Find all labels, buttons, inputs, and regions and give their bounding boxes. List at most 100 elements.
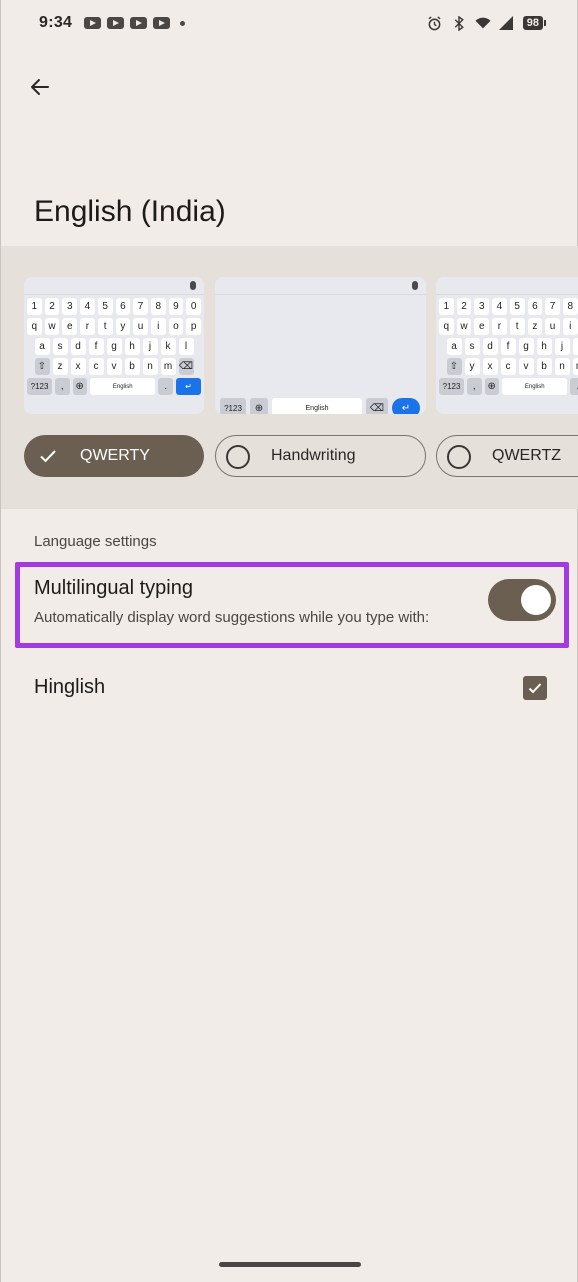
keyboard-key: s	[464, 338, 480, 355]
qwerty-preview[interactable]: 1234567890 qwertyuiop asdfghjkl ⇧ zxcvbn…	[24, 277, 204, 414]
enter-icon: ↵	[392, 398, 420, 414]
keyboard-key: x	[482, 358, 498, 375]
backspace-icon: ⌫	[366, 398, 388, 414]
keyboard-key: 6	[115, 298, 131, 315]
layout-chip-label: Handwriting	[271, 447, 356, 464]
keyboard-key: h	[124, 338, 140, 355]
keyboard-key: m	[572, 358, 578, 375]
check-icon	[528, 683, 542, 694]
alarm-icon	[427, 15, 443, 31]
keyboard-key: j	[142, 338, 158, 355]
keyboard-key: g	[106, 338, 122, 355]
multilingual-typing-description: Automatically display word suggestions w…	[34, 609, 430, 626]
keyboard-key: k	[572, 338, 578, 355]
keyboard-key: d	[70, 338, 86, 355]
layout-chip-qwerty[interactable]: QWERTY	[24, 435, 204, 477]
keyboard-key: y	[464, 358, 480, 375]
mic-icon	[412, 281, 418, 290]
keyboard-key: o	[168, 318, 184, 335]
keyboard-key: c	[500, 358, 516, 375]
period-key: .	[158, 378, 173, 395]
youtube-notification-icon	[107, 17, 125, 29]
status-bar: 9:34 98	[1, 0, 578, 46]
radio-button	[226, 445, 250, 469]
globe-icon: ⊕	[250, 398, 268, 414]
keyboard-key: 7	[545, 298, 560, 315]
toggle-knob	[521, 585, 551, 615]
layout-chip-handwriting[interactable]: Handwriting	[215, 435, 426, 477]
symbols-key: ?123	[220, 398, 246, 414]
handwriting-preview[interactable]: ?123 ⊕ English ⌫ ↵	[215, 277, 426, 414]
keyboard-key: 8	[150, 298, 166, 315]
keyboard-key: 2	[456, 298, 472, 315]
symbols-key: ?123	[439, 378, 465, 395]
keyboard-key: b	[124, 358, 140, 375]
youtube-notification-icon	[153, 17, 171, 29]
keyboard-key: w	[456, 318, 472, 335]
keyboard-key: e	[474, 318, 490, 335]
page-title: English (India)	[34, 195, 226, 228]
home-indicator[interactable]	[219, 1262, 361, 1267]
globe-icon: ⊕	[484, 378, 499, 395]
keyboard-key: m	[160, 358, 176, 375]
period-key: .	[570, 378, 578, 395]
shift-key: ⇧	[34, 358, 50, 375]
keyboard-key: z	[527, 318, 543, 335]
keyboard-layout-picker: 1234567890 qwertyuiop asdfghjkl ⇧ zxcvbn…	[1, 246, 578, 509]
keyboard-key: i	[562, 318, 578, 335]
multilingual-typing-toggle[interactable]	[488, 579, 556, 621]
keyboard-key: e	[62, 318, 78, 335]
keyboard-key: q	[438, 318, 454, 335]
keyboard-key: a	[34, 338, 50, 355]
keyboard-key: f	[500, 338, 516, 355]
keyboard-key: y	[115, 318, 131, 335]
keyboard-key: d	[482, 338, 498, 355]
keyboard-key: 1	[26, 298, 42, 315]
keyboard-key: a	[446, 338, 462, 355]
layout-chip-label: QWERTZ	[492, 447, 562, 464]
highlight-annotation	[15, 562, 569, 648]
status-time: 9:34	[39, 14, 73, 31]
keyboard-key: k	[160, 338, 176, 355]
keyboard-key: b	[536, 358, 552, 375]
keyboard-key: t	[509, 318, 525, 335]
enter-icon: ↵	[175, 378, 201, 395]
keyboard-key: p	[186, 318, 202, 335]
arrow-back-icon	[31, 79, 49, 95]
keyboard-key: i	[150, 318, 166, 335]
keyboard-key: u	[545, 318, 560, 335]
bluetooth-icon	[451, 15, 467, 31]
keyboard-key: 3	[474, 298, 490, 315]
keyboard-key: q	[26, 318, 42, 335]
keyboard-key: 9	[168, 298, 184, 315]
language-option-hinglish[interactable]: Hinglish	[1, 664, 578, 714]
shift-key: ⇧	[446, 358, 462, 375]
comma-key: ,	[55, 378, 70, 395]
qwertz-preview[interactable]: 1234567890 qwertzuiop asdfghjkl ⇧ yxcvbn…	[436, 277, 578, 414]
layout-chip-qwertz[interactable]: QWERTZ	[436, 435, 578, 477]
hinglish-checkbox[interactable]	[523, 676, 547, 700]
multilingual-typing-title: Multilingual typing	[34, 577, 193, 599]
keyboard-key: r	[492, 318, 507, 335]
keyboard-key: 5	[97, 298, 113, 315]
keyboard-key: 3	[62, 298, 78, 315]
keyboard-key: 6	[527, 298, 543, 315]
radio-button	[447, 445, 471, 469]
keyboard-key: r	[80, 318, 95, 335]
layout-chip-label: QWERTY	[80, 447, 150, 464]
signal-icon	[499, 15, 515, 31]
keyboard-key: c	[88, 358, 104, 375]
keyboard-key: 7	[133, 298, 148, 315]
keyboard-key: h	[536, 338, 552, 355]
youtube-notification-icon	[84, 17, 102, 29]
globe-icon: ⊕	[72, 378, 87, 395]
space-key: English	[501, 378, 568, 395]
section-header: Language settings	[34, 533, 157, 550]
keyboard-key: 0	[186, 298, 202, 315]
keyboard-key: 5	[509, 298, 525, 315]
keyboard-key: n	[554, 358, 570, 375]
keyboard-key: j	[554, 338, 570, 355]
check-icon	[40, 450, 56, 463]
back-button[interactable]	[23, 70, 57, 104]
keyboard-key: g	[518, 338, 534, 355]
